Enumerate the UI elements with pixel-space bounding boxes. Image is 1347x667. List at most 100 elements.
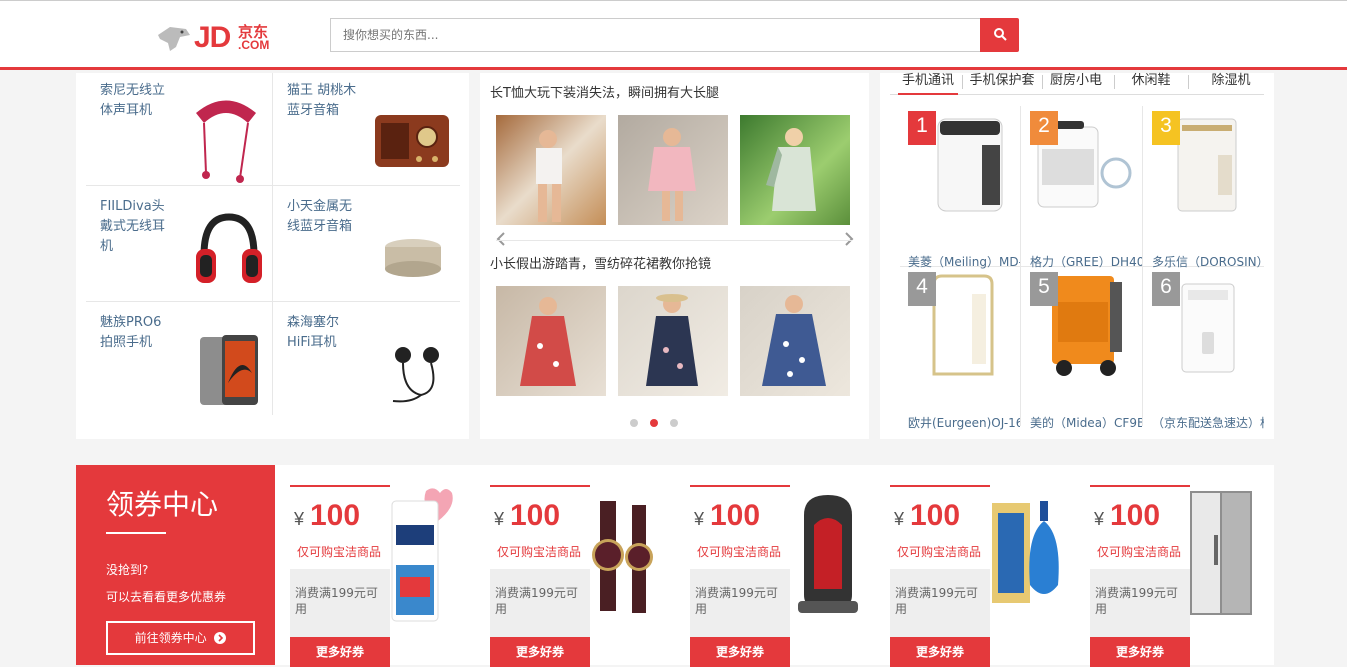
title-underline: [106, 532, 166, 534]
in-ear-earphones-icon: [392, 347, 439, 403]
product-name[interactable]: 魅族PRO6拍照手机: [100, 313, 172, 353]
coupon-center-hint: 可以去看看更多优惠券: [106, 590, 227, 604]
coupon-condition: 消费满199元可用: [295, 586, 378, 616]
search-input[interactable]: [330, 18, 981, 52]
fashion-photo[interactable]: [496, 115, 606, 225]
dehumidifier-eurgeen-icon: [932, 274, 994, 376]
article-title[interactable]: 长T恤大玩下装消失法，瞬间拥有大长腿: [490, 82, 719, 101]
coupon-box: ¥ 100 仅可购宝洁商品 消费满199元可用 更多好券: [290, 485, 390, 667]
ranking-product-name[interactable]: 美的（Midea）CF9BD/N3-T1空: [1030, 413, 1142, 433]
more-coupons-button[interactable]: 更多好券: [490, 637, 590, 667]
rank-badge: 2: [1030, 111, 1058, 145]
refrigerator-product-icon: [1190, 491, 1252, 615]
tab-kitchen-appliances[interactable]: 厨房小电: [1046, 73, 1106, 95]
coupon-card[interactable]: ¥ 100 仅可购宝洁商品 消费满199元可用 更多好券: [290, 485, 470, 667]
coupon-box: ¥ 100 仅可购宝洁商品 消费满199元可用 更多好券: [890, 485, 990, 667]
site-header: JD 京东 .COM: [0, 0, 1347, 70]
coupon-condition: 消费满199元可用: [895, 586, 978, 616]
rank-badge: 6: [1152, 272, 1180, 306]
tab-phone-cases[interactable]: 手机保护套: [966, 73, 1038, 95]
tab-separator: [1114, 75, 1115, 89]
product-card[interactable]: 魅族PRO6拍照手机: [86, 305, 273, 421]
product-name[interactable]: 小天金属无线蓝牙音箱: [287, 197, 359, 237]
product-name[interactable]: FIILDiva头戴式无线耳机: [100, 197, 172, 257]
product-name[interactable]: 索尼无线立体声耳机: [100, 81, 172, 121]
tab-dehumidifier[interactable]: 除湿机: [1204, 73, 1258, 95]
rank-badge: 1: [908, 111, 936, 145]
search-icon: [993, 27, 1007, 41]
fashion-photo[interactable]: [496, 286, 606, 396]
coupon-limit: 仅可购宝洁商品: [897, 545, 982, 559]
coupon-condition-box: 消费满199元可用: [290, 569, 390, 637]
ranking-product-name[interactable]: 欧井(Eurgeen)OJ-161E除湿机/抽湿: [908, 413, 1020, 433]
coupon-center-banner: 领券中心 没抢到? 可以去看看更多优惠券 前往领券中心: [76, 465, 275, 665]
model-blue-floral-dress-image: [762, 295, 826, 386]
jd-logo[interactable]: JD 京东 .COM: [156, 19, 286, 55]
logo-text: JD: [194, 21, 231, 54]
red-headphones-icon: [196, 213, 262, 283]
currency-symbol: ¥: [294, 509, 305, 529]
coupon-card[interactable]: ¥ 100 仅可购宝洁商品 消费满199元可用 更多好券: [890, 485, 1070, 667]
coupon-card[interactable]: ¥ 100 仅可购宝洁商品 消费满199元可用 更多好券: [490, 485, 670, 667]
product-card[interactable]: FIILDiva头戴式无线耳机: [86, 189, 273, 305]
coupon-limit: 仅可购宝洁商品: [697, 545, 782, 559]
meizu-phone-icon: [200, 335, 258, 405]
coupon-section: 领券中心 没抢到? 可以去看看更多优惠券 前往领券中心 ¥ 100 仅可购宝洁商…: [76, 465, 1274, 667]
products-panel: 索尼无线立体声耳机 猫王 胡桃木蓝牙音箱 FIILDiva头戴式无线耳机 小天金…: [76, 73, 469, 439]
fashion-photo[interactable]: [618, 115, 728, 225]
carousel-dots: [630, 419, 690, 427]
dehumidifier-white-black-icon: [937, 118, 1003, 212]
watches-product-icon: [592, 501, 653, 613]
coupon-card[interactable]: ¥ 100 仅可购宝洁商品 消费满199元可用 更多好券: [1090, 485, 1270, 667]
product-name[interactable]: 森海塞尔HiFi耳机: [287, 313, 359, 353]
more-coupons-button[interactable]: 更多好券: [690, 637, 790, 667]
ranking-item[interactable]: 1 美菱（Meiling）MD-16E家用除湿: [900, 105, 1021, 269]
coupon-box: ¥ 100 仅可购宝洁商品 消费满199元可用 更多好券: [690, 485, 790, 667]
sony-neckband-earphones-icon: [196, 100, 256, 183]
coupon-condition-box: 消费满199元可用: [690, 569, 790, 637]
coupon-card[interactable]: ¥ 100 仅可购宝洁商品 消费满199元可用 更多好券: [690, 485, 870, 667]
carousel-dot-active[interactable]: [650, 419, 658, 427]
arrow-circle-right-icon: [214, 632, 227, 644]
ranking-item[interactable]: 2 格力（GREE）DH40EH 新款智能: [1022, 105, 1143, 269]
product-card[interactable]: 小天金属无线蓝牙音箱: [273, 189, 460, 305]
ranking-item[interactable]: 4 欧井(Eurgeen)OJ-161E除湿机/抽湿: [900, 266, 1021, 430]
ranking-item[interactable]: 5 美的（Midea）CF9BD/N3-T1空: [1022, 266, 1143, 430]
fashion-photo[interactable]: [740, 286, 850, 396]
tab-casual-shoes[interactable]: 休闲鞋: [1124, 73, 1178, 95]
coupon-condition-box: 消费满199元可用: [890, 569, 990, 637]
coupon-amount: 100: [310, 499, 361, 532]
product-card[interactable]: 森海塞尔HiFi耳机: [273, 305, 460, 421]
rank-badge: 4: [908, 272, 936, 306]
dehumidifier-dorosin-icon: [1177, 118, 1237, 212]
coupon-amount: 100: [510, 499, 561, 532]
carousel-dot[interactable]: [670, 419, 678, 427]
articles-panel: 长T恤大玩下装消失法，瞬间拥有大长腿 小长假出游踏青，雪纺碎花裙教你抢镜: [480, 73, 869, 439]
product-card[interactable]: 索尼无线立体声耳机: [86, 73, 273, 189]
tab-phones[interactable]: 手机通讯: [898, 73, 958, 95]
detergent-product-icon: [391, 488, 453, 622]
coupon-condition: 消费满199元可用: [1095, 586, 1178, 616]
product-name[interactable]: 猫王 胡桃木蓝牙音箱: [287, 81, 359, 121]
more-coupons-button[interactable]: 更多好券: [290, 637, 390, 667]
product-card[interactable]: 猫王 胡桃木蓝牙音箱: [273, 73, 460, 189]
fashion-photo[interactable]: [618, 286, 728, 396]
ranking-item[interactable]: 6 （京东配送急速达）松下家用除湿: [1144, 266, 1265, 430]
coupon-box: ¥ 100 仅可购宝洁商品 消费满199元可用 更多好券: [1090, 485, 1190, 667]
more-coupons-button[interactable]: 更多好券: [890, 637, 990, 667]
model-green-dress-image: [766, 128, 816, 211]
ranking-item[interactable]: 3 多乐信（DOROSIN）: [1144, 105, 1265, 269]
article-title[interactable]: 小长假出游踏青，雪纺碎花裙教你抢镜: [490, 253, 711, 272]
chevron-left-icon: [496, 232, 505, 246]
go-to-coupon-center-button[interactable]: 前往领券中心: [106, 621, 255, 655]
coupon-condition: 消费满199元可用: [495, 586, 578, 616]
coupon-condition: 消费满199元可用: [695, 586, 778, 616]
fashion-photo[interactable]: [740, 115, 850, 225]
ranking-product-name[interactable]: （京东配送急速达）松下家用除湿: [1152, 413, 1264, 433]
more-coupons-button[interactable]: 更多好券: [1090, 637, 1190, 667]
coupon-limit: 仅可购宝洁商品: [297, 545, 382, 559]
carousel-dot[interactable]: [630, 419, 638, 427]
model-pink-tshirt-image: [648, 128, 696, 221]
search-button[interactable]: [980, 18, 1019, 52]
coupon-center-title: 领券中心: [106, 488, 219, 521]
